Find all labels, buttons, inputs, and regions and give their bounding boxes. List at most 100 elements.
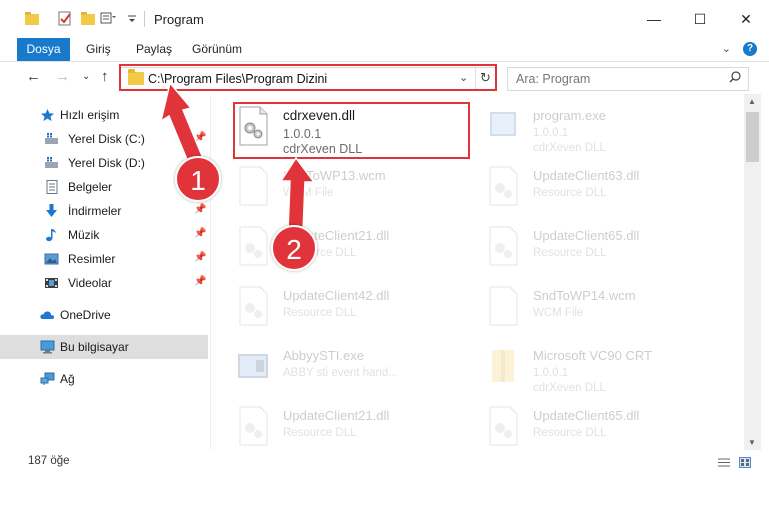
item-count: 187 öğe	[28, 455, 70, 467]
computer-icon	[40, 340, 55, 354]
file-item[interactable]: Microsoft VC90 CRT 1.0.0.1 cdrXeven DLL	[462, 338, 702, 394]
properties-icon[interactable]	[57, 11, 73, 26]
tab-share[interactable]: Paylaş	[136, 38, 172, 61]
file-name: UpdateClient65.dll	[533, 228, 640, 243]
file-item[interactable]: UpdateClient21.dll Resource DLL	[212, 398, 452, 452]
sidebar-item-this-pc[interactable]: Bu bilgisayar	[0, 335, 208, 359]
sidebar-item-label: Videolar	[68, 276, 112, 290]
file-type: Resource DLL	[283, 427, 357, 439]
file-version: 1.0.0.1	[533, 127, 569, 139]
file-item[interactable]: AbbyySTI.exe ABBY sti event hand...	[212, 338, 452, 394]
recent-locations-button[interactable]: ⌄	[82, 71, 90, 82]
exe-icon	[238, 354, 268, 378]
sidebar-item-network[interactable]: Ağ	[0, 367, 208, 391]
documents-icon	[46, 180, 58, 194]
file-item[interactable]: UpdateClient21.dll Resource DLL	[212, 218, 452, 274]
tab-home[interactable]: Giriş	[86, 38, 111, 61]
sidebar-item-downloads[interactable]: İndirmeler 📌	[0, 199, 208, 223]
sidebar-item-label: Müzik	[68, 228, 100, 242]
status-bar: 187 öğe	[0, 450, 769, 472]
drive-icon	[45, 157, 58, 168]
file-description: ABBY sti event hand...	[283, 367, 398, 379]
sidebar-item-label: Hızlı erişim	[60, 108, 120, 122]
step-1-badge: 1	[175, 156, 221, 202]
file-name: program.exe	[533, 108, 606, 123]
file-type: WCM File	[533, 307, 584, 319]
back-button[interactable]: ←	[26, 68, 41, 85]
videos-icon	[45, 278, 58, 288]
file-type: Resource DLL	[533, 187, 607, 199]
network-icon	[40, 372, 55, 385]
file-description: cdrXeven DLL	[533, 142, 606, 154]
sidebar-item-drive-c[interactable]: Yerel Disk (C:) 📌	[0, 127, 208, 151]
dll-icon	[489, 226, 518, 266]
tab-view[interactable]: Görünüm	[192, 38, 242, 61]
file-name: AbbyySTI.exe	[283, 348, 364, 363]
address-highlight-box	[119, 64, 497, 91]
file-item[interactable]: SndToWP13.wcm WCM File	[212, 158, 452, 214]
file-name: SndToWP14.wcm	[533, 288, 636, 303]
pin-icon: 📌	[194, 228, 207, 239]
search-icon	[729, 71, 741, 83]
folder-icon[interactable]	[24, 11, 40, 26]
pin-icon: 📌	[194, 252, 207, 263]
dll-icon	[239, 226, 268, 266]
title-separator	[144, 11, 145, 27]
file-item[interactable]: UpdateClient63.dll Resource DLL	[462, 158, 702, 214]
navigation-pane: Hızlı erişim Yerel Disk (C:) 📌 Yerel Dis…	[0, 94, 210, 450]
up-button[interactable]: ↑	[101, 68, 109, 85]
qa-dropdown-icon[interactable]	[127, 11, 137, 26]
sidebar-item-label: Bu bilgisayar	[60, 340, 129, 354]
file-type: WCM File	[283, 187, 334, 199]
tab-file[interactable]: Dosya	[17, 38, 70, 61]
details-view-icon[interactable]	[718, 457, 730, 468]
sidebar-item-quick-access[interactable]: Hızlı erişim	[0, 103, 208, 127]
window-title: Program	[154, 12, 204, 27]
step-2-badge: 2	[271, 225, 317, 271]
sidebar-item-videos[interactable]: Videolar 📌	[0, 271, 208, 295]
file-item[interactable]: UpdateClient42.dll Resource DLL	[212, 278, 452, 334]
search-input[interactable]: Ara: Program	[507, 67, 749, 91]
star-icon	[41, 109, 54, 121]
scroll-down-icon[interactable]: ▼	[748, 438, 756, 447]
scroll-up-icon[interactable]: ▲	[748, 97, 756, 106]
sidebar-item-onedrive[interactable]: OneDrive	[0, 303, 208, 327]
file-item[interactable]: UpdateClient65.dll Resource DLL	[462, 218, 702, 274]
help-icon[interactable]: ?	[743, 42, 757, 56]
new-folder-icon[interactable]	[80, 11, 96, 26]
close-button[interactable]: ✕	[723, 0, 769, 38]
file-type: Resource DLL	[533, 427, 607, 439]
customize-icon[interactable]	[100, 11, 116, 26]
file-name: UpdateClient63.dll	[533, 168, 640, 183]
large-icons-view-icon[interactable]	[739, 457, 751, 468]
pane-splitter[interactable]	[210, 94, 211, 450]
file-item[interactable]: UpdateClient65.dll Resource DLL	[462, 398, 702, 452]
maximize-button[interactable]: ☐	[677, 0, 723, 38]
sidebar-item-label: OneDrive	[60, 308, 111, 322]
sidebar-item-label: Yerel Disk (C:)	[68, 132, 145, 146]
sidebar-item-label: Resimler	[68, 252, 116, 266]
forward-button[interactable]: →	[55, 68, 70, 85]
file-highlight-box	[233, 102, 470, 159]
search-placeholder: Ara: Program	[516, 72, 591, 86]
minimize-button[interactable]: —	[631, 0, 677, 38]
sidebar-item-music[interactable]: Müzik 📌	[0, 223, 208, 247]
file-version: 1.0.0.1	[533, 367, 569, 379]
sidebar-item-pictures[interactable]: Resimler 📌	[0, 247, 208, 271]
file-name: Microsoft VC90 CRT	[533, 348, 652, 363]
file-item[interactable]: program.exe 1.0.0.1 cdrXeven DLL	[462, 98, 702, 154]
pin-icon: 📌	[194, 276, 207, 287]
scroll-thumb[interactable]	[746, 112, 759, 162]
drive-icon	[45, 133, 58, 144]
ribbon-expand-icon[interactable]: ⌄	[722, 42, 731, 55]
sidebar-item-label: Ağ	[60, 372, 75, 386]
file-icon	[239, 166, 268, 206]
vertical-scrollbar[interactable]: ▲ ▼	[744, 94, 761, 450]
pin-icon: 📌	[194, 132, 207, 143]
dll-icon	[489, 166, 518, 206]
file-item[interactable]: SndToWP14.wcm WCM File	[462, 278, 702, 334]
sidebar-item-label: Belgeler	[68, 180, 113, 194]
sidebar-item-label: Yerel Disk (D:)	[68, 156, 145, 170]
pictures-icon	[44, 253, 59, 265]
dll-icon	[239, 406, 268, 446]
